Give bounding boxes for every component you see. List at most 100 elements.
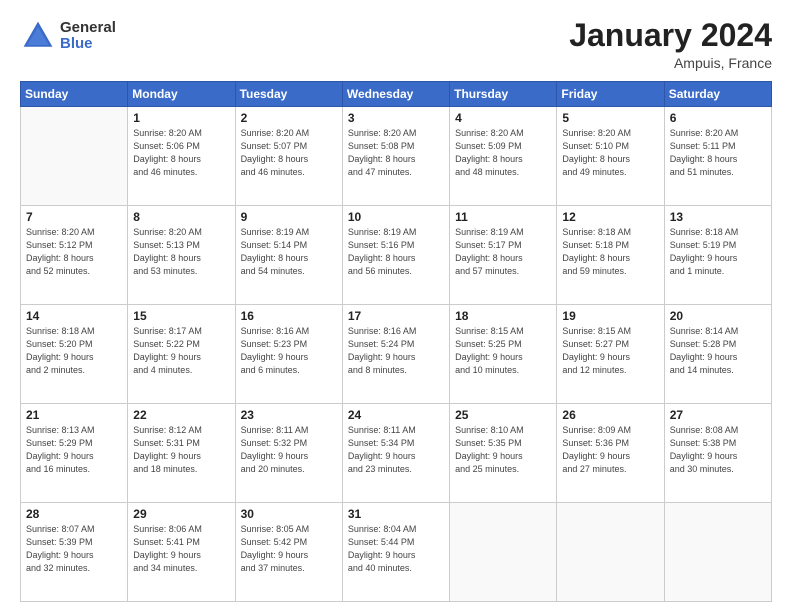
table-row: 16 Sunrise: 8:16 AM Sunset: 5:23 PM Dayli… — [235, 305, 342, 404]
calendar-title: January 2024 — [569, 18, 772, 53]
day-info: Sunrise: 8:18 AM Sunset: 5:19 PM Dayligh… — [670, 226, 766, 278]
logo-general-label: General — [60, 20, 116, 37]
table-row: 5 Sunrise: 8:20 AM Sunset: 5:10 PM Daylig… — [557, 107, 664, 206]
table-row: 6Sunrise: 8:20 AM Sunset: 5:11 PM Daylig… — [664, 107, 771, 206]
day-number: 10 — [348, 210, 444, 224]
day-info: Sunrise: 8:14 AM Sunset: 5:28 PM Dayligh… — [670, 325, 766, 377]
day-info: Sunrise: 8:18 AM Sunset: 5:18 PM Dayligh… — [562, 226, 658, 278]
table-row: 25 Sunrise: 8:10 AM Sunset: 5:35 PM Dayli… — [450, 404, 557, 503]
day-number: 27 — [670, 408, 766, 422]
day-number: 25 — [455, 408, 551, 422]
logo: General Blue — [20, 18, 116, 54]
table-row: 7 Sunrise: 8:20 AM Sunset: 5:12 PM Daylig… — [21, 206, 128, 305]
day-info: Sunrise: 8:09 AM Sunset: 5:36 PM Dayligh… — [562, 424, 658, 476]
header-saturday: Saturday — [664, 82, 771, 107]
day-info: Sunrise: 8:19 AM Sunset: 5:16 PM Dayligh… — [348, 226, 444, 278]
day-info: Sunrise: 8:11 AM Sunset: 5:32 PM Dayligh… — [241, 424, 337, 476]
header: General Blue January 2024 Ampuis, France — [20, 18, 772, 71]
day-number: 19 — [562, 309, 658, 323]
day-info: Sunrise: 8:15 AM Sunset: 5:25 PM Dayligh… — [455, 325, 551, 377]
logo-blue-label: Blue — [60, 36, 116, 53]
day-info: Sunrise: 8:16 AM Sunset: 5:23 PM Dayligh… — [241, 325, 337, 377]
day-info: Sunrise: 8:20 AM Sunset: 5:09 PM Dayligh… — [455, 127, 551, 179]
header-monday: Monday — [128, 82, 235, 107]
day-number: 4 — [455, 111, 551, 125]
day-info: Sunrise: 8:11 AM Sunset: 5:34 PM Dayligh… — [348, 424, 444, 476]
calendar-location: Ampuis, France — [569, 55, 772, 71]
day-info: Sunrise: 8:20 AM Sunset: 5:08 PM Dayligh… — [348, 127, 444, 179]
day-number: 17 — [348, 309, 444, 323]
day-info: Sunrise: 8:06 AM Sunset: 5:41 PM Dayligh… — [133, 523, 229, 575]
day-number: 30 — [241, 507, 337, 521]
day-number: 22 — [133, 408, 229, 422]
day-info: Sunrise: 8:17 AM Sunset: 5:22 PM Dayligh… — [133, 325, 229, 377]
table-row: 19Sunrise: 8:15 AM Sunset: 5:27 PM Dayli… — [557, 305, 664, 404]
day-number: 7 — [26, 210, 122, 224]
day-info: Sunrise: 8:12 AM Sunset: 5:31 PM Dayligh… — [133, 424, 229, 476]
week-row-3: 14Sunrise: 8:18 AM Sunset: 5:20 PM Dayli… — [21, 305, 772, 404]
weekday-header-row: Sunday Monday Tuesday Wednesday Thursday… — [21, 82, 772, 107]
day-number: 23 — [241, 408, 337, 422]
table-row: 27 Sunrise: 8:08 AM Sunset: 5:38 PM Dayli… — [664, 404, 771, 503]
day-info: Sunrise: 8:07 AM Sunset: 5:39 PM Dayligh… — [26, 523, 122, 575]
week-row-5: 28Sunrise: 8:07 AM Sunset: 5:39 PM Dayli… — [21, 503, 772, 602]
day-number: 16 — [241, 309, 337, 323]
day-info: Sunrise: 8:08 AM Sunset: 5:38 PM Dayligh… — [670, 424, 766, 476]
week-row-2: 7 Sunrise: 8:20 AM Sunset: 5:12 PM Daylig… — [21, 206, 772, 305]
day-number: 8 — [133, 210, 229, 224]
day-number: 11 — [455, 210, 551, 224]
logo-text: General Blue — [60, 20, 116, 53]
day-info: Sunrise: 8:20 AM Sunset: 5:10 PM Dayligh… — [562, 127, 658, 179]
day-number: 29 — [133, 507, 229, 521]
table-row: 30 Sunrise: 8:05 AM Sunset: 5:42 PM Dayli… — [235, 503, 342, 602]
day-number: 31 — [348, 507, 444, 521]
day-number: 3 — [348, 111, 444, 125]
week-row-1: 1 Sunrise: 8:20 AM Sunset: 5:06 PM Daylig… — [21, 107, 772, 206]
page: General Blue January 2024 Ampuis, France… — [0, 0, 792, 612]
day-info: Sunrise: 8:05 AM Sunset: 5:42 PM Dayligh… — [241, 523, 337, 575]
day-info: Sunrise: 8:20 AM Sunset: 5:13 PM Dayligh… — [133, 226, 229, 278]
table-row — [557, 503, 664, 602]
day-info: Sunrise: 8:16 AM Sunset: 5:24 PM Dayligh… — [348, 325, 444, 377]
table-row: 18Sunrise: 8:15 AM Sunset: 5:25 PM Dayli… — [450, 305, 557, 404]
table-row — [664, 503, 771, 602]
table-row: 1 Sunrise: 8:20 AM Sunset: 5:06 PM Daylig… — [128, 107, 235, 206]
day-info: Sunrise: 8:10 AM Sunset: 5:35 PM Dayligh… — [455, 424, 551, 476]
calendar-table: Sunday Monday Tuesday Wednesday Thursday… — [20, 81, 772, 602]
day-number: 9 — [241, 210, 337, 224]
day-info: Sunrise: 8:19 AM Sunset: 5:17 PM Dayligh… — [455, 226, 551, 278]
table-row: 10 Sunrise: 8:19 AM Sunset: 5:16 PM Dayli… — [342, 206, 449, 305]
logo-icon — [20, 18, 56, 54]
table-row: 28Sunrise: 8:07 AM Sunset: 5:39 PM Dayli… — [21, 503, 128, 602]
day-number: 14 — [26, 309, 122, 323]
table-row: 21Sunrise: 8:13 AM Sunset: 5:29 PM Dayli… — [21, 404, 128, 503]
table-row: 22 Sunrise: 8:12 AM Sunset: 5:31 PM Dayli… — [128, 404, 235, 503]
day-number: 13 — [670, 210, 766, 224]
table-row: 13 Sunrise: 8:18 AM Sunset: 5:19 PM Dayli… — [664, 206, 771, 305]
table-row: 3 Sunrise: 8:20 AM Sunset: 5:08 PM Daylig… — [342, 107, 449, 206]
table-row: 12 Sunrise: 8:18 AM Sunset: 5:18 PM Dayli… — [557, 206, 664, 305]
table-row: 2Sunrise: 8:20 AM Sunset: 5:07 PM Daylig… — [235, 107, 342, 206]
day-number: 1 — [133, 111, 229, 125]
table-row — [450, 503, 557, 602]
day-number: 24 — [348, 408, 444, 422]
day-info: Sunrise: 8:20 AM Sunset: 5:06 PM Dayligh… — [133, 127, 229, 179]
table-row: 8 Sunrise: 8:20 AM Sunset: 5:13 PM Daylig… — [128, 206, 235, 305]
day-number: 26 — [562, 408, 658, 422]
day-info: Sunrise: 8:20 AM Sunset: 5:12 PM Dayligh… — [26, 226, 122, 278]
table-row: 24 Sunrise: 8:11 AM Sunset: 5:34 PM Dayli… — [342, 404, 449, 503]
table-row: 20 Sunrise: 8:14 AM Sunset: 5:28 PM Dayli… — [664, 305, 771, 404]
day-number: 5 — [562, 111, 658, 125]
header-thursday: Thursday — [450, 82, 557, 107]
day-info: Sunrise: 8:20 AM Sunset: 5:11 PM Dayligh… — [670, 127, 766, 179]
table-row: 11 Sunrise: 8:19 AM Sunset: 5:17 PM Dayli… — [450, 206, 557, 305]
day-number: 12 — [562, 210, 658, 224]
day-number: 20 — [670, 309, 766, 323]
title-block: January 2024 Ampuis, France — [569, 18, 772, 71]
table-row: 15 Sunrise: 8:17 AM Sunset: 5:22 PM Dayli… — [128, 305, 235, 404]
day-number: 15 — [133, 309, 229, 323]
table-row: 31Sunrise: 8:04 AM Sunset: 5:44 PM Dayli… — [342, 503, 449, 602]
table-row: 9Sunrise: 8:19 AM Sunset: 5:14 PM Daylig… — [235, 206, 342, 305]
table-row: 29 Sunrise: 8:06 AM Sunset: 5:41 PM Dayli… — [128, 503, 235, 602]
table-row: 17 Sunrise: 8:16 AM Sunset: 5:24 PM Dayli… — [342, 305, 449, 404]
